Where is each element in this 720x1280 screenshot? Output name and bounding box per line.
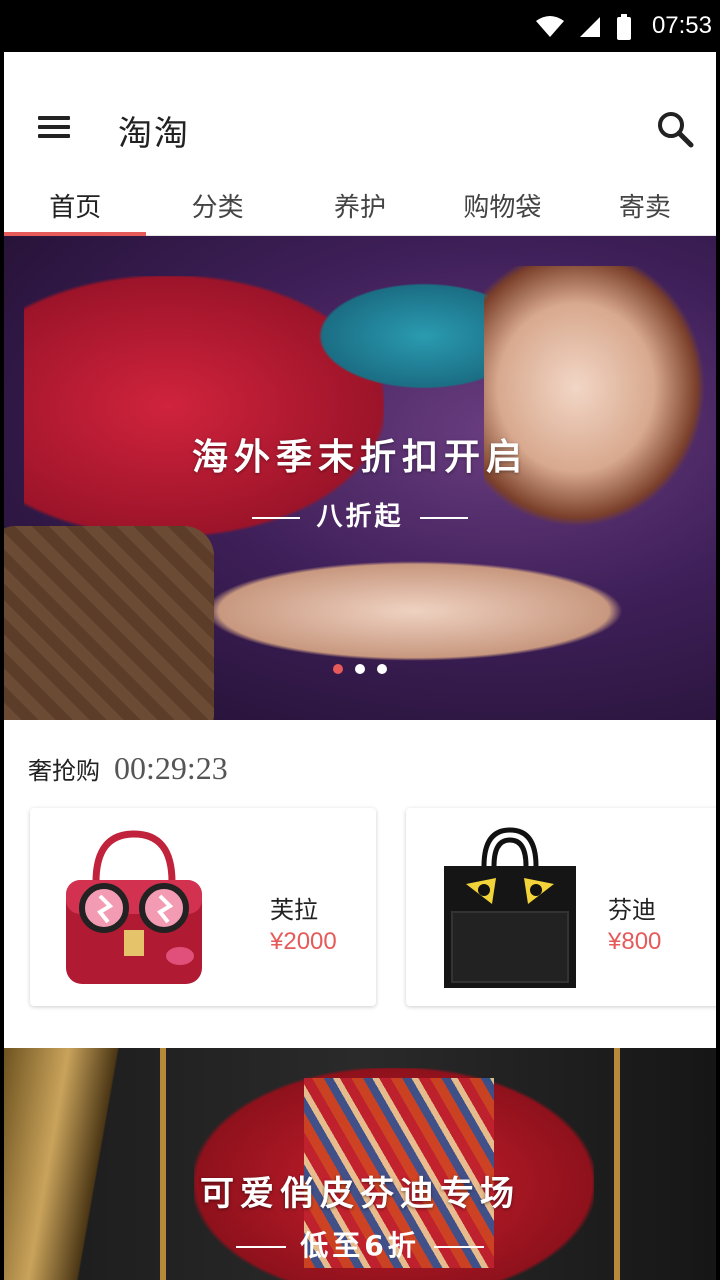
promo-title: 可爱俏皮芬迪专场 — [200, 1174, 520, 1214]
product-image-tote-black — [444, 827, 576, 988]
countdown-timer: 00:29:23 — [114, 750, 228, 786]
tab-home[interactable]: 首页 — [4, 180, 147, 236]
tab-category[interactable]: 分类 — [146, 180, 288, 235]
tab-care[interactable]: 养护 — [289, 180, 431, 235]
promo-subtitle-row: 低至6折 — [4, 1224, 716, 1264]
flash-sale-header: 奢抢购 00:29:23 — [28, 750, 228, 787]
carousel-dot-3[interactable] — [377, 664, 387, 674]
promo-subtitle: 低至6折 — [300, 1229, 420, 1262]
clock: 07:53 — [651, 12, 712, 39]
tab-shopping-bag[interactable]: 购物袋 — [431, 180, 573, 235]
hero-banner[interactable]: 海外季末折扣开启 八折起 — [4, 236, 716, 720]
product-price: ¥800 — [608, 928, 662, 955]
product-name: 芬迪 — [608, 896, 656, 924]
status-bar: 07:53 — [0, 0, 720, 52]
divider-line — [419, 516, 468, 519]
hero-title: 海外季末折扣开启 — [191, 437, 528, 478]
tab-consignment[interactable]: 寄卖 — [574, 180, 716, 235]
product-name: 芙拉 — [270, 896, 318, 924]
hero-subtitle-row: 八折起 — [4, 496, 716, 533]
app-screen: 淘淘 首页 分类 养护 购物袋 寄卖 海外季末折扣开启 八折起 奢抢购 00:2… — [4, 52, 716, 1280]
divider-line — [236, 1246, 287, 1248]
battery-icon — [617, 14, 631, 40]
carousel-dot-1[interactable] — [333, 664, 343, 674]
status-icons — [536, 14, 632, 40]
hero-image-handbag — [4, 526, 214, 720]
carousel-indicator — [4, 664, 716, 674]
product-card[interactable]: 芬迪 ¥800 — [406, 808, 716, 1006]
tab-bar: 首页 分类 养护 购物袋 寄卖 — [4, 180, 716, 236]
product-price: ¥2000 — [270, 928, 337, 955]
product-image-handbag-pink — [66, 830, 202, 984]
carousel-dot-2[interactable] — [355, 664, 365, 674]
hero-image-arm — [184, 556, 644, 666]
search-icon[interactable] — [654, 108, 696, 150]
product-card[interactable]: 芙拉 ¥2000 — [30, 808, 376, 1006]
flash-sale-label: 奢抢购 — [28, 757, 100, 785]
flash-sale-section: 奢抢购 00:29:23 芙拉 ¥2000 芬迪 ¥800 — [4, 720, 716, 1048]
promo-banner[interactable]: 可爱俏皮芬迪专场 低至6折 — [4, 1048, 716, 1280]
divider-line — [252, 516, 301, 519]
wifi-icon — [536, 16, 564, 37]
hero-image-bow — [304, 276, 504, 396]
hero-subtitle: 八折起 — [316, 502, 404, 532]
cell-signal-icon — [580, 17, 600, 37]
hamburger-menu-icon[interactable] — [34, 112, 74, 142]
app-title: 淘淘 — [118, 114, 190, 154]
divider-line — [433, 1246, 484, 1248]
